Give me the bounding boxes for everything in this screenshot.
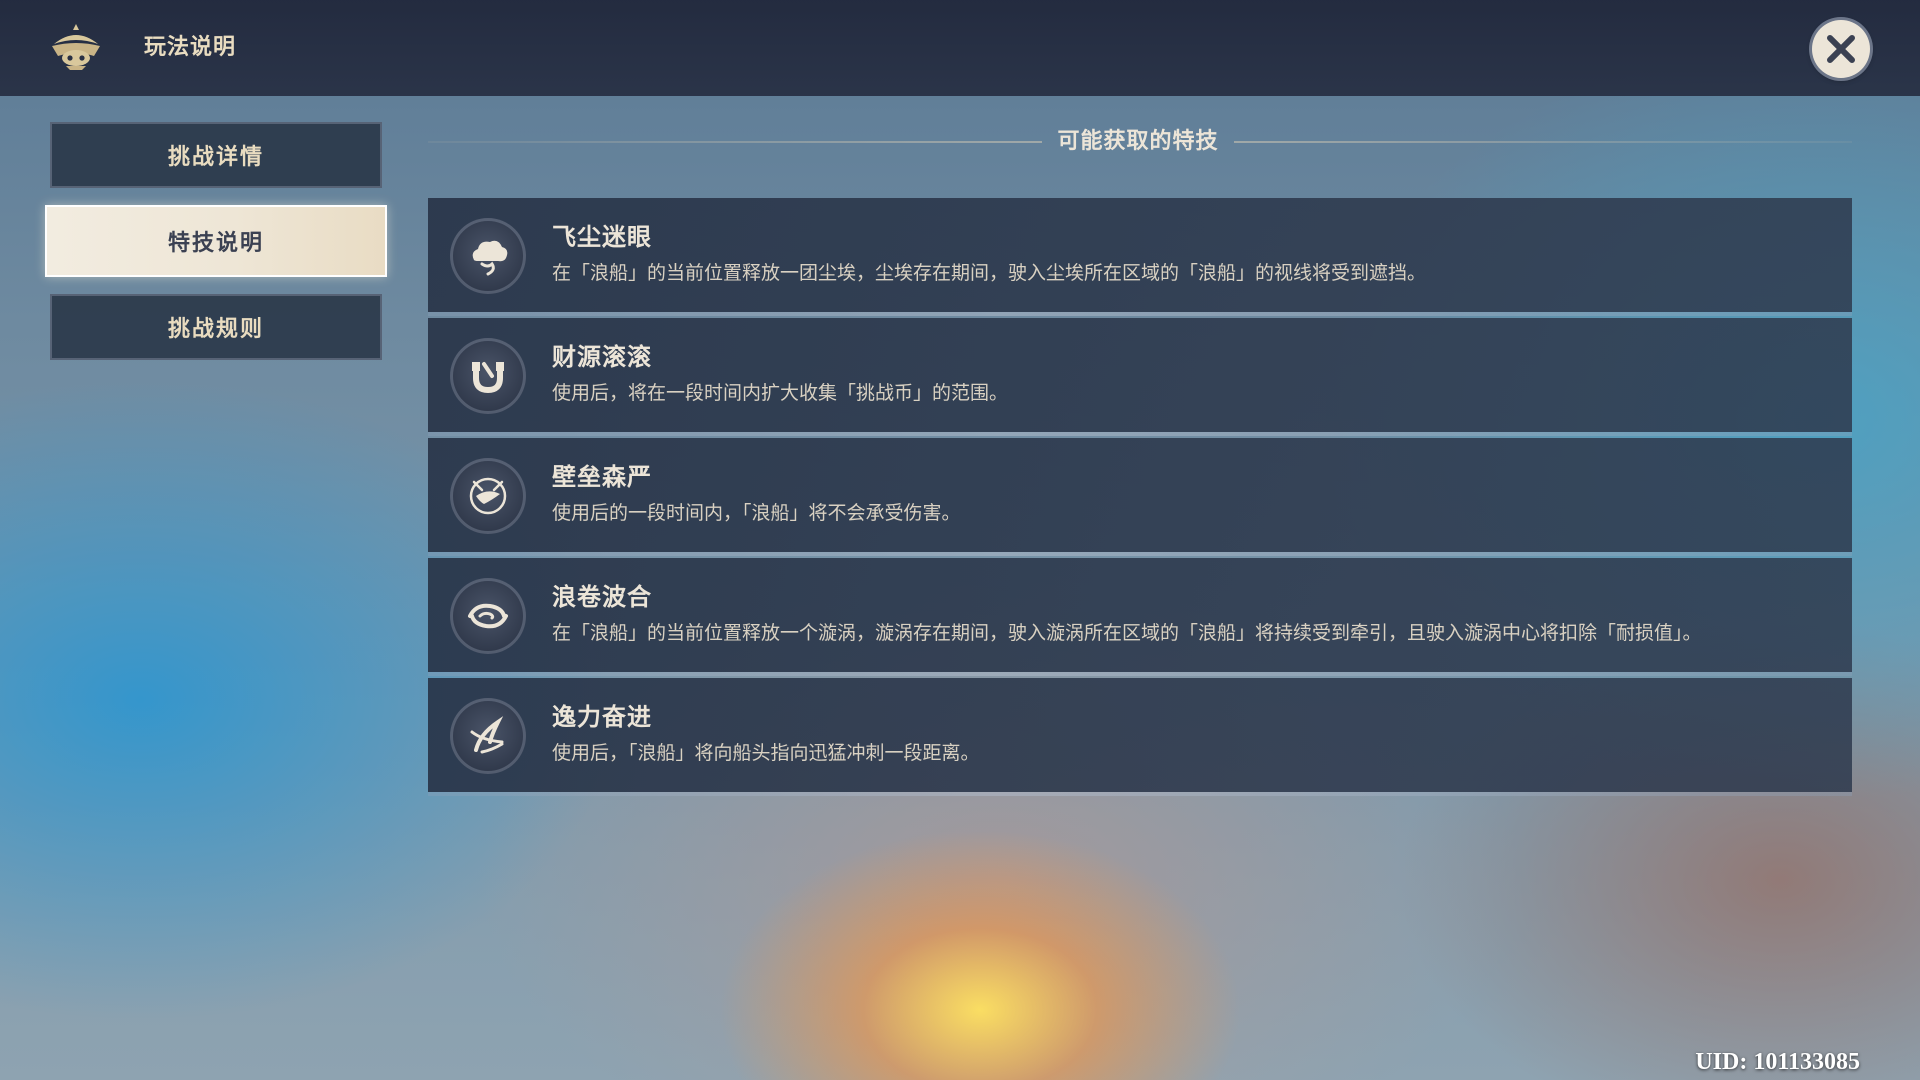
tab-label: 挑战规则 [167, 317, 264, 342]
skill-description: 使用后，「浪船」将向船头指向迅猛冲刺一段距离。 [552, 742, 980, 764]
skill-description: 在「浪船」的当前位置释放一个漩涡，漩涡存在期间，驶入漩涡所在区域的「浪船」将持续… [552, 622, 1702, 644]
skill-name: 浪卷波合 [552, 583, 652, 611]
section-header: 可能获取的特技 [428, 122, 1852, 162]
divider [428, 141, 1042, 143]
tab-skill-description[interactable]: 特技说明 [45, 205, 387, 277]
tab-label: 挑战详情 [167, 145, 264, 170]
uid-label: UID: 101133085 [1695, 1049, 1860, 1075]
skill-card: 壁垒森严 使用后的一段时间内，「浪船」将不会承受伤害。 [428, 438, 1852, 556]
skill-card: 浪卷波合 在「浪船」的当前位置释放一个漩涡，漩涡存在期间，驶入漩涡所在区域的「浪… [428, 558, 1852, 676]
skill-name: 逸力奋进 [552, 703, 652, 731]
skill-description: 在「浪船」的当前位置释放一团尘埃，尘埃存在期间，驶入尘埃所在区域的「浪船」的视线… [552, 262, 1427, 284]
skill-name: 财源滚滚 [552, 343, 652, 371]
tab-label: 特技说明 [167, 231, 264, 256]
dust-cloud-icon [450, 218, 526, 294]
whirlpool-icon [450, 578, 526, 654]
divider [1234, 141, 1852, 143]
skill-description: 使用后的一段时间内，「浪船」将不会承受伤害。 [552, 502, 961, 524]
section-title: 可能获取的特技 [1057, 129, 1219, 154]
close-icon [1827, 35, 1855, 63]
tab-challenge-rules[interactable]: 挑战规则 [50, 294, 382, 360]
skill-name: 壁垒森严 [552, 463, 652, 491]
dash-boost-icon [450, 698, 526, 774]
skill-card: 逸力奋进 使用后，「浪船」将向船头指向迅猛冲刺一段距离。 [428, 678, 1852, 796]
top-bar: 玩法说明 [0, 0, 1920, 96]
tab-challenge-details[interactable]: 挑战详情 [50, 122, 382, 188]
skill-card: 财源滚滚 使用后，将在一段时间内扩大收集「挑战币」的范围。 [428, 318, 1852, 436]
skill-list: 飞尘迷眼 在「浪船」的当前位置释放一团尘埃，尘埃存在期间，驶入尘埃所在区域的「浪… [428, 198, 1852, 798]
skill-card: 飞尘迷眼 在「浪船」的当前位置释放一团尘埃，尘埃存在期间，驶入尘埃所在区域的「浪… [428, 198, 1852, 316]
shield-barrier-icon [450, 458, 526, 534]
skill-description: 使用后，将在一段时间内扩大收集「挑战币」的范围。 [552, 382, 1009, 404]
magnet-icon [450, 338, 526, 414]
close-button[interactable] [1812, 20, 1870, 78]
page-title: 玩法说明 [144, 35, 237, 60]
festival-emblem-icon [48, 22, 104, 72]
skill-name: 飞尘迷眼 [552, 223, 652, 251]
